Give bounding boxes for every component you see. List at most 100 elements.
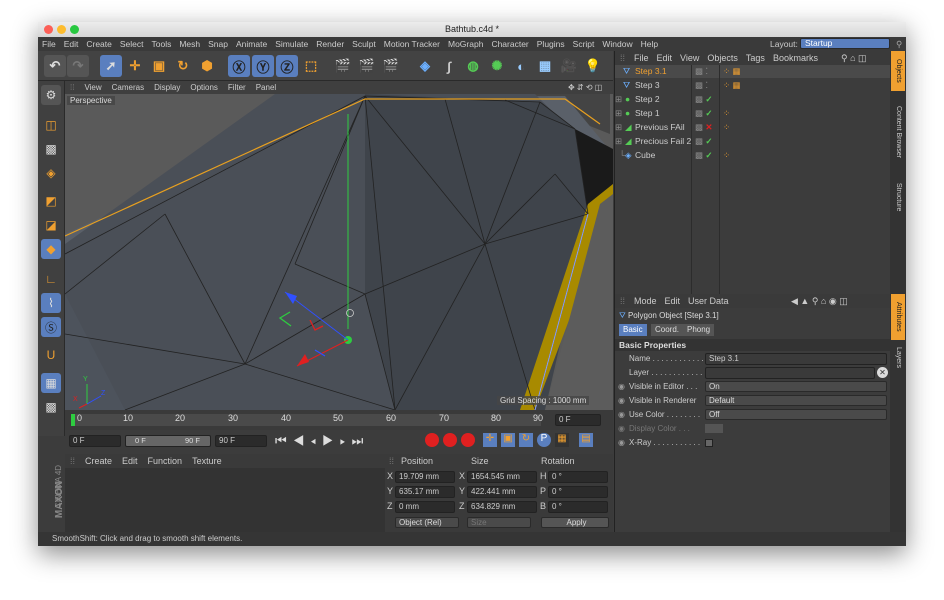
render-view-icon[interactable]: 🎬: [332, 55, 354, 77]
viewport-navigation-icons[interactable]: ✥ ⇵ ⟲ ◫: [563, 81, 607, 94]
menu-file[interactable]: File: [38, 37, 60, 51]
polygons-mode-icon[interactable]: ◆: [41, 239, 61, 259]
xray-checkbox[interactable]: [705, 439, 713, 447]
rotate-icon[interactable]: ↻: [172, 55, 194, 77]
expand-icon[interactable]: ⊞: [615, 93, 622, 106]
keyframe-selection-icon[interactable]: [461, 433, 475, 447]
planar-workplane-icon[interactable]: ▩: [41, 397, 61, 417]
key-pla-icon[interactable]: ▦: [555, 433, 569, 447]
tab-coord[interactable]: Coord.: [651, 324, 684, 336]
recent-tools-icon[interactable]: ⬢: [196, 55, 218, 77]
visibility-dots[interactable]: ▩ ✓: [695, 93, 713, 106]
visible-in-editor-dropdown[interactable]: On: [705, 381, 887, 392]
solo-mode-icon[interactable]: Ⓢ: [41, 317, 61, 337]
menu-select[interactable]: Select: [116, 37, 148, 51]
object-row[interactable]: ⛛ Step 3 ▩ ⁚ ⁘ ▦: [615, 79, 891, 92]
object-row[interactable]: ⊞ ● Step 1 ▩ ✓ ⁘: [615, 107, 891, 120]
cloner-icon[interactable]: ✺: [486, 55, 508, 77]
x-axis-lock-icon[interactable]: Ⓧ: [228, 55, 250, 77]
position-z-field[interactable]: 0 mm: [395, 501, 455, 513]
menu-help[interactable]: Help: [637, 37, 662, 51]
deformer-icon[interactable]: ◐: [510, 55, 532, 77]
tags-icons[interactable]: ⁘ ▦: [723, 65, 741, 78]
menu-create[interactable]: Create: [82, 37, 116, 51]
edges-mode-icon[interactable]: ◪: [41, 215, 61, 235]
lock-workplane-icon[interactable]: ▦: [41, 373, 61, 393]
rotation-b-field[interactable]: 0 °: [548, 501, 608, 513]
menu-snap[interactable]: Snap: [204, 37, 232, 51]
menu-window[interactable]: Window: [598, 37, 636, 51]
timeline-ruler[interactable]: [71, 414, 541, 426]
viewport-menu-filter[interactable]: Filter: [223, 81, 251, 94]
current-frame-field[interactable]: 0 F: [555, 414, 601, 426]
animate-dot-icon[interactable]: ◉: [618, 409, 625, 421]
menu-plugins[interactable]: Plugins: [533, 37, 569, 51]
tags-icons[interactable]: ⁘ ▦: [723, 79, 741, 92]
minimize-window-button[interactable]: [57, 25, 66, 34]
visible-in-renderer-dropdown[interactable]: Default: [705, 395, 887, 406]
timeline-playhead[interactable]: [71, 414, 75, 426]
object-name[interactable]: Cube: [635, 149, 655, 162]
material-menu-function[interactable]: Function: [143, 456, 188, 466]
object-row[interactable]: └ ◈ Cube ▩ ✓ ⁘: [615, 149, 891, 162]
object-row[interactable]: ⛛ Step 3.1 ▩ ⁚ ⁘ ▦: [615, 65, 891, 78]
size-y-field[interactable]: 422.441 mm: [467, 486, 537, 498]
viewport-menu-options[interactable]: Options: [185, 81, 223, 94]
material-menu-create[interactable]: Create: [80, 456, 117, 466]
expand-icon[interactable]: ⊞: [615, 121, 622, 134]
render-settings-icon[interactable]: 🎬: [380, 55, 402, 77]
size-z-field[interactable]: 634.829 mm: [467, 501, 537, 513]
menu-simulate[interactable]: Simulate: [271, 37, 312, 51]
key-position-icon[interactable]: ✛: [483, 433, 497, 447]
redo-icon[interactable]: ↷: [67, 55, 89, 77]
attr-navigation-icons[interactable]: ◀ ▲ ⚲ ⌂ ◉ ◫: [791, 294, 848, 308]
timeline[interactable]: 0 10 20 30 40 50 60 70 80 90 0 F: [65, 410, 613, 430]
attr-menu-edit[interactable]: Edit: [661, 296, 685, 306]
size-mode-dropdown[interactable]: Size: [467, 517, 531, 528]
render-picture-viewer-icon[interactable]: 🎬: [356, 55, 378, 77]
visibility-dots[interactable]: ▩ ✓: [695, 135, 713, 148]
undo-icon[interactable]: ↶: [44, 55, 66, 77]
light-icon[interactable]: 💡: [582, 55, 604, 77]
visibility-dots[interactable]: ▩ ⁚: [695, 79, 708, 92]
tab-basic[interactable]: Basic: [619, 324, 647, 336]
subdivision-surface-icon[interactable]: ◍: [462, 55, 484, 77]
side-tab-attributes[interactable]: Attributes: [891, 294, 905, 340]
camera-icon[interactable]: 🎥: [558, 55, 580, 77]
spline-pen-icon[interactable]: ∫: [438, 55, 460, 77]
object-manager-search-icons[interactable]: ⚲ ⌂ ◫: [841, 51, 867, 65]
viewport-menu-view[interactable]: View: [79, 81, 106, 94]
animate-dot-icon[interactable]: ◉: [618, 423, 625, 435]
rotation-p-field[interactable]: 0 °: [548, 486, 608, 498]
name-field[interactable]: Step 3.1: [705, 353, 887, 365]
material-menu-edit[interactable]: Edit: [117, 456, 143, 466]
playback-controls[interactable]: ⏮◀◂▶▸⏭: [275, 433, 369, 449]
workplane-mode-icon[interactable]: ◈: [41, 163, 61, 183]
object-row[interactable]: ⊞ ◢ Precious Fail 2 ▩ ✓: [615, 135, 891, 148]
tags-icons[interactable]: ⁘: [723, 121, 730, 134]
key-scale-icon[interactable]: ▣: [501, 433, 515, 447]
axis-mode-icon[interactable]: ∟: [41, 269, 61, 289]
floor-icon[interactable]: ▦: [534, 55, 556, 77]
coordinate-system-icon[interactable]: ⬚: [300, 55, 322, 77]
side-tab-objects[interactable]: Objects: [891, 51, 905, 91]
menu-sculpt[interactable]: Sculpt: [348, 37, 380, 51]
display-color-swatch[interactable]: [705, 424, 723, 433]
animate-dot-icon[interactable]: ◉: [618, 437, 625, 449]
animate-dot-icon[interactable]: ◉: [618, 381, 625, 393]
object-name[interactable]: Previous FAil: [635, 121, 685, 134]
points-mode-icon[interactable]: ◩: [41, 191, 61, 211]
perspective-viewport[interactable]: Perspective Y X Z Grid Spacing : 1000 mm: [65, 94, 613, 410]
layer-clear-icon[interactable]: ✕: [877, 367, 888, 378]
object-row[interactable]: ⊞ ◢ Previous FAil ▩ ✕ ⁘: [615, 121, 891, 134]
side-tab-content-browser[interactable]: Content Browser: [891, 93, 905, 171]
tab-phong[interactable]: Phong: [683, 324, 715, 336]
use-color-dropdown[interactable]: Off: [705, 409, 887, 420]
make-editable-icon[interactable]: ⚙: [41, 85, 61, 105]
objects-menu-objects[interactable]: Objects: [703, 53, 742, 63]
start-frame-field[interactable]: 0 F: [69, 435, 121, 447]
attr-menu-mode[interactable]: Mode: [630, 296, 661, 306]
snap-icon[interactable]: U: [41, 345, 61, 365]
object-name[interactable]: Step 1: [635, 107, 660, 120]
object-name[interactable]: Step 2: [635, 93, 660, 106]
